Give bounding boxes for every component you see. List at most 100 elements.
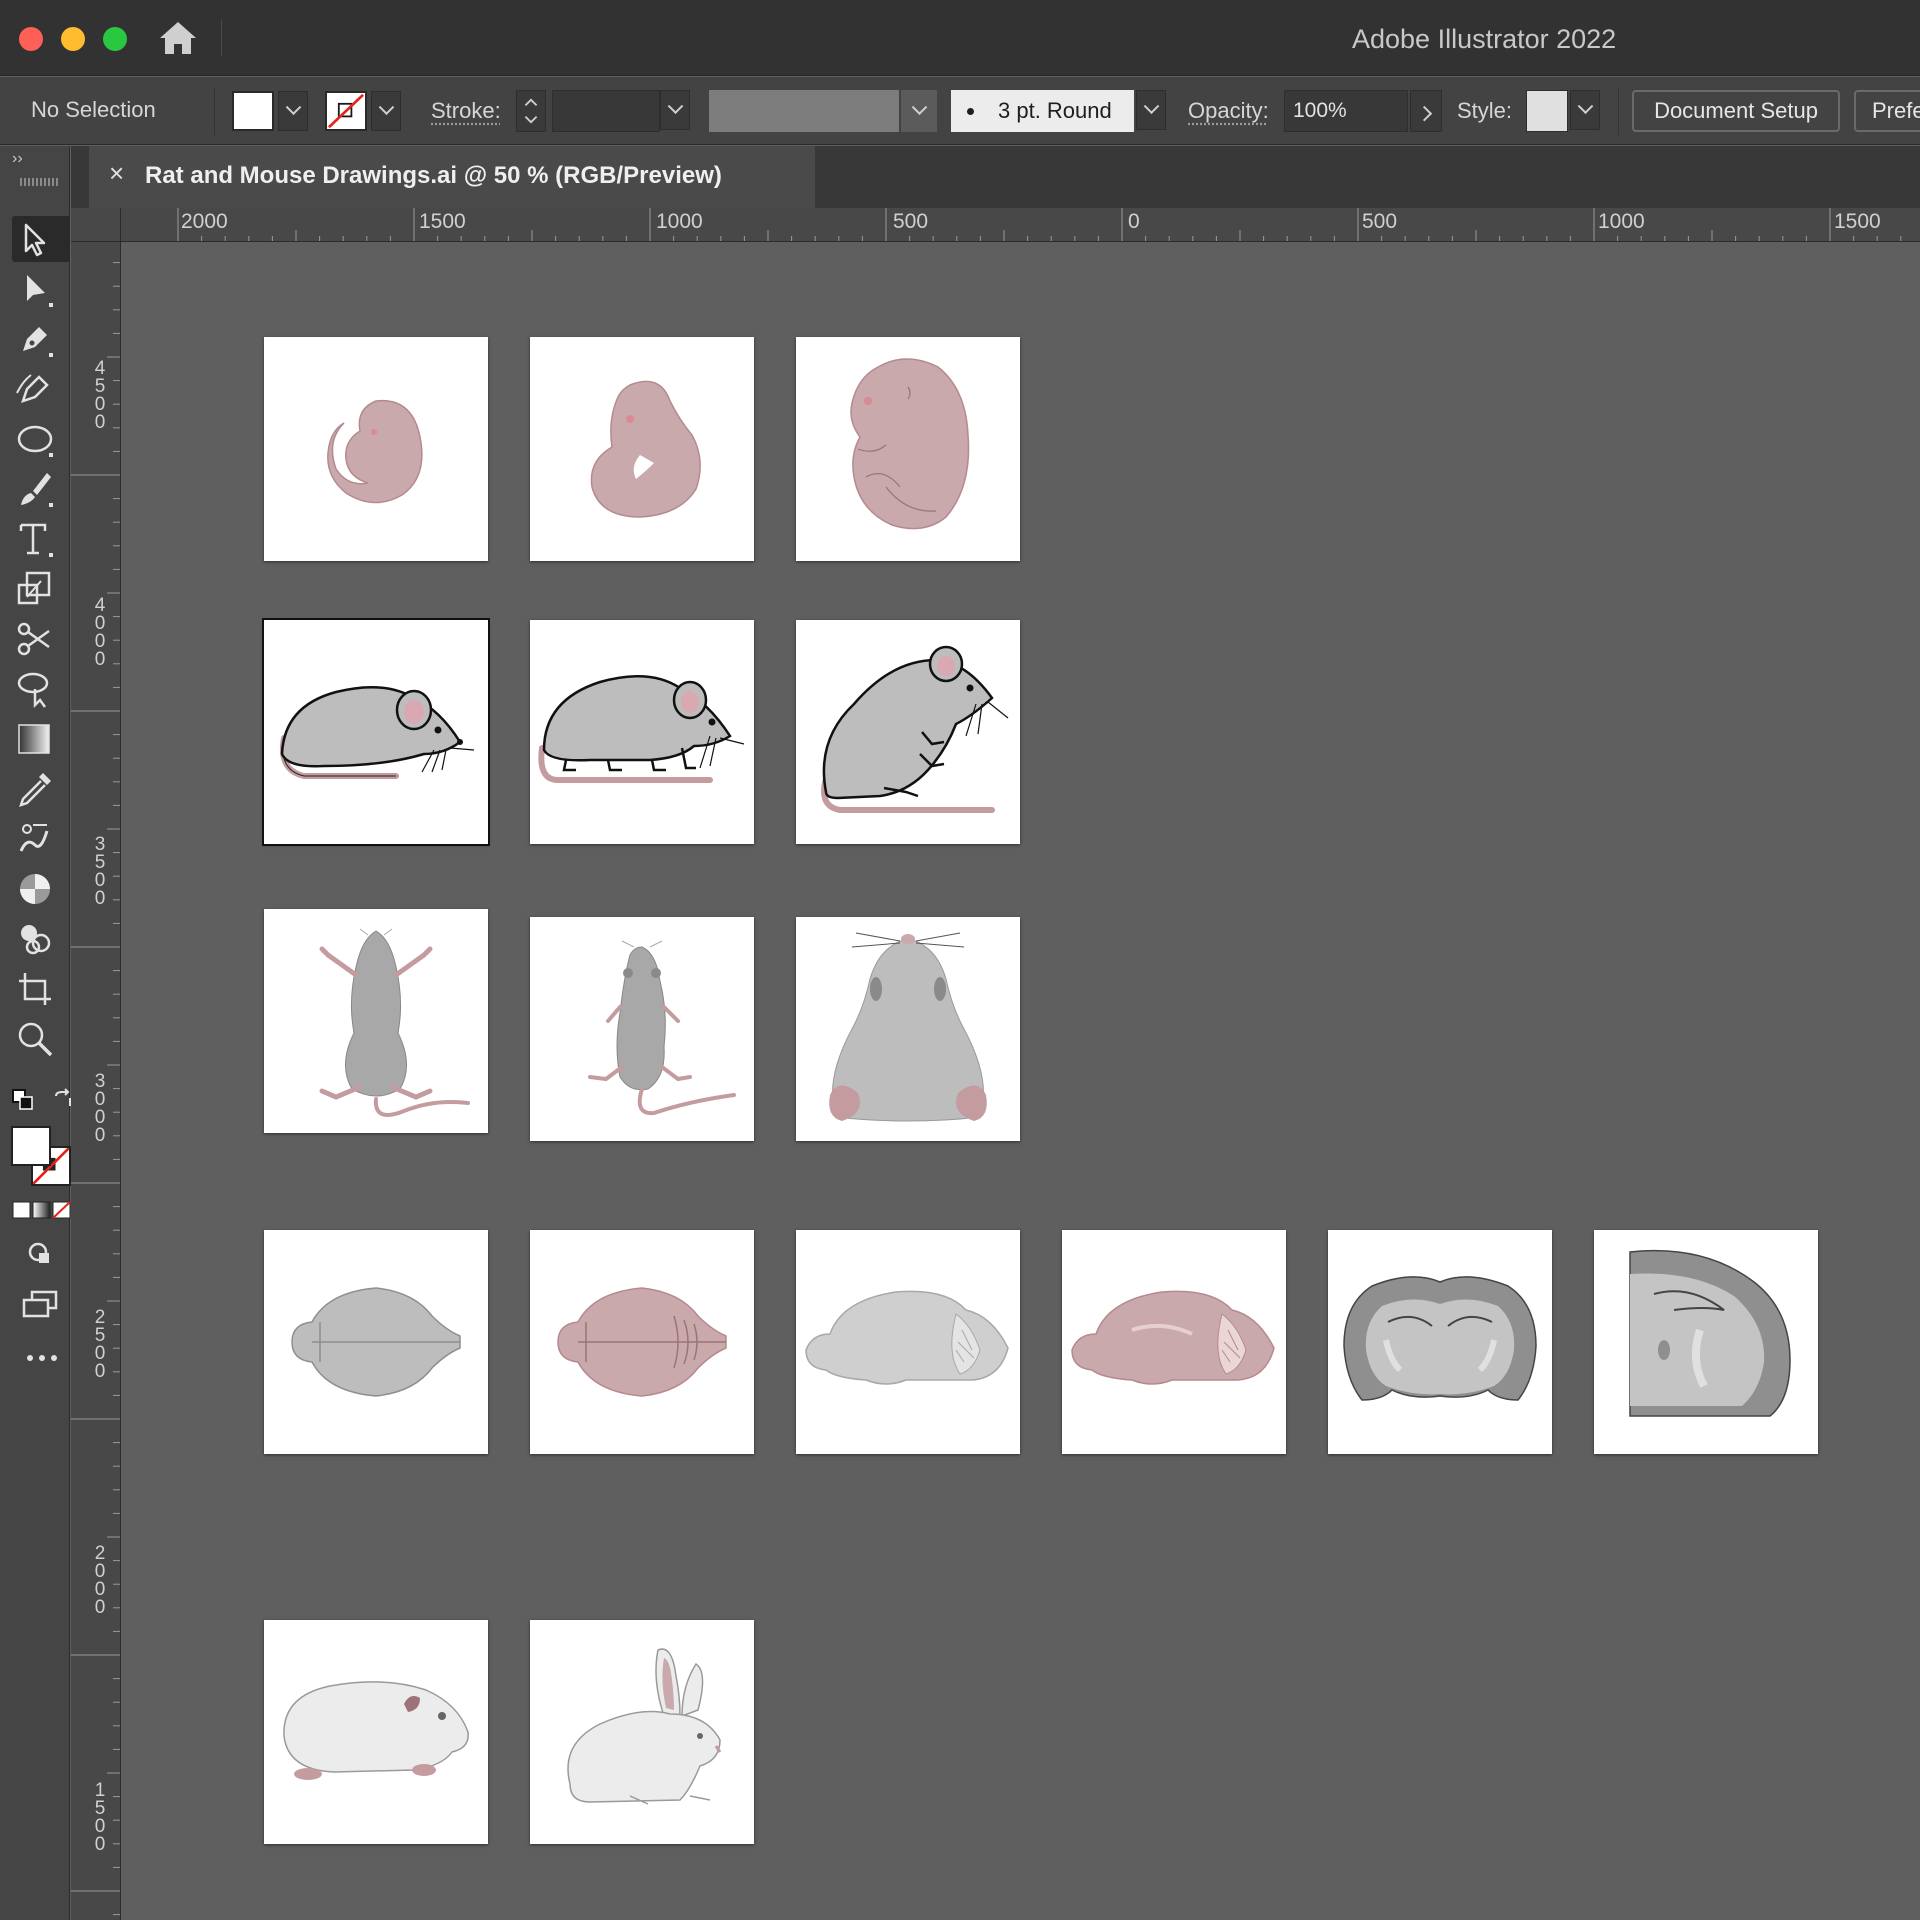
document-tab-title: Rat and Mouse Drawings.ai @ 50 % (RGB/Pr… [145,162,722,189]
scale-icon [17,571,51,605]
gradient-icon [18,724,50,754]
paintbrush-tool[interactable] [13,466,71,512]
artboard-mouse-rear-view[interactable] [796,917,1020,1141]
opacity-expand-button[interactable] [1410,90,1442,132]
stroke-color-swatch[interactable] [325,91,367,131]
artboard-brain-coronal-half[interactable] [1594,1230,1818,1454]
artboard-rabbit[interactable] [530,1620,754,1844]
ruler-ticks [177,208,1902,241]
ruler-label: 1500 [419,210,466,233]
pen-tool[interactable] [13,316,71,362]
horizontal-ruler[interactable]: 2000 1500 1000 500 0 500 1000 1500 [121,208,1920,242]
pen-icon [23,327,53,357]
stepper-arrows-icon [524,98,538,124]
window-maximize-button[interactable] [103,27,127,51]
artboard-brain-coronal-full[interactable] [1328,1230,1552,1454]
ruler-label: 2000 [181,210,228,233]
artboard-brain-dorsal-pink[interactable] [530,1230,754,1454]
brain-sagittal-grey-drawing [805,1290,1009,1385]
collapse-panel-icon[interactable]: ›› [12,150,23,168]
artboard-tool[interactable] [13,966,71,1012]
canvas[interactable] [122,243,1920,1920]
live-paint-tool[interactable] [13,866,71,912]
curvature-pen-icon [16,374,49,403]
opacity-label[interactable]: Opacity: [1188,98,1269,124]
embryo-mid-drawing [590,380,701,518]
preferences-button[interactable]: Prefe [1854,90,1920,132]
artboard-brain-sagittal-pink[interactable] [1062,1230,1286,1454]
fill-dropdown[interactable] [278,91,308,131]
stroke-color-dropdown[interactable] [371,91,401,131]
stroke-weight-dropdown[interactable] [660,90,690,130]
artboard-embryo-late[interactable] [796,337,1020,561]
opacity-input[interactable]: 100% [1284,90,1408,132]
document-tab[interactable]: × Rat and Mouse Drawings.ai @ 50 % (RGB/… [89,146,815,208]
selection-status: No Selection [31,97,156,122]
variable-width-profile[interactable] [709,90,899,132]
puppet-warp-tool[interactable] [13,816,71,862]
fill-color-box[interactable] [11,1126,51,1166]
ruler-label: 0 [1128,210,1140,233]
ruler-label: 2500 [94,1307,106,1382]
ruler-label: 4000 [94,595,106,670]
stroke-weight-input[interactable] [552,90,660,132]
vertical-ruler[interactable]: 4500 4000 3500 3000 2500 2000 1500 [71,242,121,1920]
style-label: Style: [1457,98,1513,123]
scale-tool[interactable] [13,566,71,612]
stroke-weight-stepper[interactable] [516,90,546,132]
mouse-dorsal-drawing [588,940,736,1116]
artboard-guinea-pig[interactable] [264,1620,488,1844]
no-stroke-icon [327,93,365,129]
artboard-mouse-side-walking[interactable] [530,620,754,844]
curvature-tool[interactable] [13,366,71,412]
brush-dropdown[interactable] [1136,90,1166,130]
ruler-label: 1500 [94,1780,106,1855]
document-setup-button[interactable]: Document Setup [1632,90,1840,132]
color-mode-buttons[interactable] [12,1200,72,1220]
ruler-label: 500 [1362,210,1398,233]
paintbrush-icon [21,473,53,507]
mouse-sitting-drawing [821,645,1009,813]
graphic-style-swatch[interactable] [1526,90,1568,132]
zoom-tool[interactable] [13,1016,71,1062]
fill-color-swatch[interactable] [232,91,274,131]
shape-builder-tool[interactable] [13,916,71,962]
type-tool[interactable] [13,516,71,562]
window-minimize-button[interactable] [61,27,85,51]
window-close-button[interactable] [19,27,43,51]
eyedropper-tool[interactable] [13,766,71,812]
artboard-mouse-sitting[interactable] [796,620,1020,844]
document-tab-bar: × Rat and Mouse Drawings.ai @ 50 % (RGB/… [71,146,1920,208]
lasso-tool[interactable] [13,666,71,712]
artboard-mouse-ventral[interactable] [264,909,488,1133]
style-dropdown[interactable] [1570,90,1600,130]
ruler-origin[interactable] [71,208,121,242]
variable-width-dropdown[interactable] [901,90,937,132]
draw-mode-icon[interactable] [26,1240,54,1268]
ellipse-tool[interactable] [13,416,71,462]
brush-definition[interactable]: 3 pt. Round [951,90,1134,132]
stroke-label[interactable]: Stroke: [431,98,501,124]
artboard-brain-sagittal-grey[interactable] [796,1230,1020,1454]
panel-grip[interactable] [20,178,60,186]
artboard-embryo-curled[interactable] [264,337,488,561]
artboard-embryo-mid[interactable] [530,337,754,561]
guinea-pig-drawing [283,1681,469,1780]
mouse-side-walking-drawing [538,674,745,783]
scissors-tool[interactable] [13,616,71,662]
app-title: Adobe Illustrator 2022 [1352,24,1617,54]
home-icon[interactable] [158,20,198,56]
direct-selection-tool[interactable] [13,266,71,312]
control-separator [214,87,215,135]
gradient-tool[interactable] [13,716,71,762]
selection-tool[interactable] [12,216,70,262]
close-tab-icon[interactable]: × [109,158,124,189]
more-tools-icon[interactable] [24,1350,60,1366]
screen-mode-icon[interactable] [22,1290,58,1320]
artboard-mouse-side-lying[interactable] [262,618,490,846]
artboard-mouse-dorsal[interactable] [530,917,754,1141]
artboard-brain-dorsal-grey[interactable] [264,1230,488,1454]
default-colors-icon[interactable] [11,1088,35,1112]
ruler-label: 3500 [94,834,106,909]
illustrator-window: Adobe Illustrator 2022 No Selection Stro… [0,0,1920,1920]
